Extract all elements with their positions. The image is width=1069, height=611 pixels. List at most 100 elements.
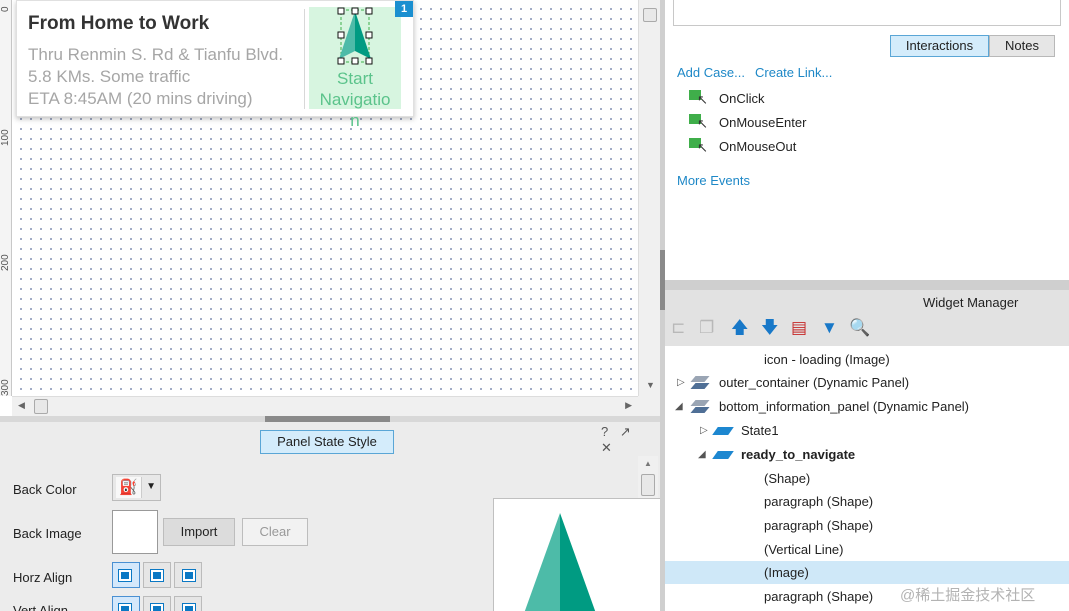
expand-icon[interactable]: ▷ bbox=[700, 419, 708, 442]
delete-state-icon[interactable]: ▤ bbox=[791, 318, 807, 338]
dynamic-panel-icon bbox=[689, 376, 710, 390]
event-label: OnClick bbox=[719, 91, 765, 106]
scroll-thumb[interactable] bbox=[643, 8, 657, 22]
outline-icon[interactable]: ⊏ bbox=[671, 318, 685, 338]
tab-notes[interactable]: Notes bbox=[989, 35, 1055, 57]
vert-align-group bbox=[112, 596, 202, 611]
scroll-thumb[interactable] bbox=[641, 474, 655, 496]
align-left-button[interactable] bbox=[112, 562, 140, 588]
ruler-tick-100: 100 bbox=[0, 129, 11, 146]
state-icon bbox=[712, 427, 734, 435]
image-preview bbox=[493, 498, 666, 611]
align-bottom-button[interactable] bbox=[174, 596, 202, 611]
interaction-badge[interactable]: 1 bbox=[395, 1, 413, 17]
event-cursor-icon: ↖ bbox=[689, 90, 709, 108]
scroll-corner bbox=[638, 396, 660, 416]
undock-icon[interactable]: ↗ bbox=[620, 424, 631, 439]
add-case-link[interactable]: Add Case... bbox=[677, 65, 745, 80]
tree-item-label: State1 bbox=[741, 423, 779, 438]
back-color-label: Back Color bbox=[13, 482, 77, 497]
design-canvas[interactable]: 0 100 200 300 From Home to Work Thru Ren… bbox=[0, 0, 660, 416]
tree-item-label: paragraph (Shape) bbox=[764, 589, 874, 604]
navigation-arrow-icon[interactable] bbox=[309, 7, 401, 69]
ruler-tick-0: 0 bbox=[0, 6, 11, 12]
scroll-right-icon[interactable]: ▶ bbox=[625, 400, 632, 411]
import-button[interactable]: Import bbox=[163, 518, 235, 546]
tree-item-selected[interactable]: (Image) bbox=[665, 561, 1069, 584]
tree-item[interactable]: ◢ bottom_information_panel (Dynamic Pane… bbox=[665, 395, 1069, 418]
align-right-button[interactable] bbox=[174, 562, 202, 588]
search-icon[interactable]: 🔍 bbox=[849, 318, 870, 338]
dynamic-panel-icon bbox=[689, 400, 710, 414]
expand-icon[interactable]: ▷ bbox=[677, 371, 685, 394]
tree-item[interactable]: paragraph (Shape) bbox=[665, 514, 1069, 537]
tree-item-label: paragraph (Shape) bbox=[764, 518, 874, 533]
move-down-icon[interactable]: 🡇 bbox=[761, 318, 778, 338]
vertical-line bbox=[304, 9, 305, 109]
tree-item-label: icon - loading (Image) bbox=[764, 352, 890, 367]
paint-bucket-icon: ⛽ bbox=[116, 477, 142, 498]
more-events-link[interactable]: More Events bbox=[677, 173, 750, 188]
ruler-tick-300: 300 bbox=[0, 379, 11, 396]
vert-align-label: Vert Align bbox=[13, 603, 68, 611]
scroll-thumb[interactable] bbox=[34, 399, 48, 414]
tree-item[interactable]: ◢ ready_to_navigate bbox=[665, 443, 1069, 466]
widget-manager-title: Widget Manager bbox=[923, 295, 1019, 310]
app-window: 0 100 200 300 From Home to Work Thru Ren… bbox=[0, 0, 1069, 611]
clear-button[interactable]: Clear bbox=[242, 518, 308, 546]
move-up-icon[interactable]: 🡅 bbox=[731, 318, 748, 338]
tree-item[interactable]: ▷ State1 bbox=[665, 419, 1069, 442]
right-splitter[interactable] bbox=[665, 280, 1069, 290]
vertical-ruler: 0 100 200 300 bbox=[0, 0, 12, 396]
tree-item-label: (Vertical Line) bbox=[764, 542, 844, 557]
align-top-button[interactable] bbox=[112, 596, 140, 611]
canvas-horizontal-scrollbar[interactable]: ◀ ▶ bbox=[12, 396, 638, 416]
align-middle-button[interactable] bbox=[143, 596, 171, 611]
nav-label-line3: n bbox=[350, 111, 360, 130]
tab-interactions[interactable]: Interactions bbox=[890, 35, 989, 57]
duplicate-icon[interactable]: ❐ bbox=[699, 318, 714, 338]
tree-item-label: outer_container (Dynamic Panel) bbox=[719, 375, 910, 390]
route-card[interactable]: From Home to Work Thru Renmin S. Rd & Ti… bbox=[16, 0, 414, 130]
interactions-pane: Interactions Notes Add Case... Create Li… bbox=[665, 0, 1069, 280]
tree-item-label: paragraph (Shape) bbox=[764, 494, 874, 509]
ruler-tick-200: 200 bbox=[0, 254, 11, 271]
nav-label-line1: Start bbox=[337, 69, 373, 88]
tree-item[interactable]: (Vertical Line) bbox=[665, 538, 1069, 561]
event-cursor-icon: ↖ bbox=[689, 114, 709, 132]
tree-item[interactable]: paragraph (Shape) bbox=[665, 490, 1069, 513]
watermark: @稀土掘金技术社区 bbox=[900, 587, 1036, 604]
create-link-link[interactable]: Create Link... bbox=[755, 65, 832, 80]
scroll-down-icon[interactable]: ▼ bbox=[646, 380, 655, 390]
card-eta-text: ETA 8:45AM (20 mins driving) bbox=[28, 89, 253, 108]
help-icon[interactable]: ? bbox=[601, 424, 608, 439]
collapse-icon[interactable]: ◢ bbox=[675, 395, 683, 418]
close-icon[interactable]: ✕ bbox=[601, 440, 612, 455]
back-image-preview bbox=[112, 510, 158, 554]
tree-item[interactable]: icon - loading (Image) bbox=[665, 348, 1069, 371]
tree-item[interactable]: (Shape) bbox=[665, 467, 1069, 490]
chevron-down-icon: ▼ bbox=[146, 481, 156, 492]
tree-item-label: ready_to_navigate bbox=[741, 447, 856, 462]
back-color-picker[interactable]: ⛽ ▼ bbox=[112, 474, 161, 501]
horz-align-label: Horz Align bbox=[13, 570, 73, 585]
scroll-up-icon[interactable]: ▲ bbox=[644, 459, 652, 468]
tab-panel-state-style[interactable]: Panel State Style bbox=[260, 430, 394, 454]
panel-state-style-pane: Panel State Style ? ↗ ✕ Back Color ⛽ ▼ B… bbox=[0, 422, 666, 611]
start-navigation-button[interactable]: Start Navigatio n bbox=[309, 7, 401, 130]
scroll-left-icon[interactable]: ◀ bbox=[18, 400, 25, 411]
event-cursor-icon: ↖ bbox=[689, 138, 709, 156]
widget-manager-header: Widget Manager ⊏ ❐ 🡅 🡇 ▤ ▼ 🔍 bbox=[665, 290, 1069, 346]
align-center-button[interactable] bbox=[143, 562, 171, 588]
card-title: From Home to Work bbox=[28, 13, 210, 34]
nav-label-line2: Navigatio bbox=[319, 90, 391, 109]
state-icon bbox=[712, 451, 734, 459]
pane-controls: ? ↗ ✕ bbox=[601, 424, 660, 456]
filter-icon[interactable]: ▼ bbox=[821, 318, 838, 338]
canvas-vertical-scrollbar[interactable]: ▼ bbox=[638, 0, 660, 396]
card-distance-text: 5.8 KMs. Some traffic bbox=[28, 67, 191, 86]
tree-item[interactable]: ▷ outer_container (Dynamic Panel) bbox=[665, 371, 1069, 394]
event-label: OnMouseOut bbox=[719, 139, 797, 154]
navigation-arrow-icon bbox=[524, 513, 596, 611]
collapse-icon[interactable]: ◢ bbox=[698, 443, 706, 466]
